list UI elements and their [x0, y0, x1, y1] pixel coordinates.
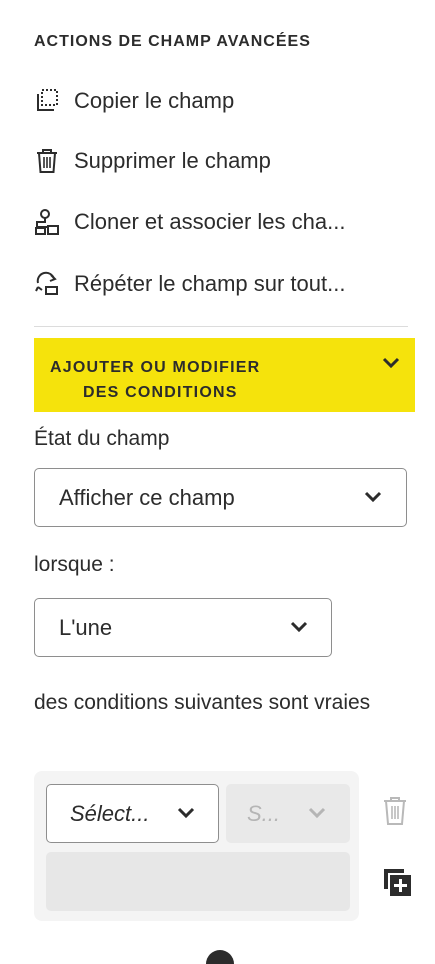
add-condition-icon[interactable]	[381, 866, 413, 898]
chevron-down-icon	[364, 491, 382, 503]
repeat-field-icon	[34, 271, 60, 297]
clone-link-icon	[34, 209, 60, 235]
chevron-down-icon	[177, 807, 195, 819]
condition-operator-select[interactable]: S...	[226, 784, 350, 843]
copy-field-action[interactable]: Copier le champ	[34, 85, 424, 117]
condition-field-select[interactable]: Sélect...	[46, 784, 219, 843]
match-mode-select[interactable]: L'une	[34, 598, 332, 657]
condition-operator-value: S...	[247, 800, 281, 826]
when-label: lorsque :	[34, 553, 115, 576]
copy-field-icon	[34, 88, 60, 114]
clone-link-action[interactable]: Cloner et associer les cha...	[34, 206, 424, 238]
chevron-down-icon	[308, 807, 326, 819]
copy-field-label: Copier le champ	[74, 88, 235, 113]
conditions-header-line1: AJOUTER OU MODIFIER	[50, 359, 261, 376]
chevron-down-icon	[382, 357, 400, 369]
conditions-header-line2: DES CONDITIONS	[83, 384, 238, 401]
field-state-value: Afficher ce champ	[59, 484, 235, 510]
delete-field-label: Supprimer le champ	[74, 148, 271, 173]
match-mode-value: L'une	[59, 614, 113, 640]
conditions-description: des conditions suivantes sont vraies	[34, 691, 371, 714]
delete-condition-icon[interactable]	[381, 795, 409, 827]
field-state-select[interactable]: Afficher ce champ	[34, 468, 407, 527]
repeat-field-action[interactable]: Répéter le champ sur tout...	[34, 268, 424, 300]
clone-link-label: Cloner et associer les cha...	[74, 209, 346, 234]
field-state-label: État du champ	[34, 427, 170, 450]
condition-field-value: Sélect...	[70, 800, 150, 826]
info-icon[interactable]	[206, 950, 234, 964]
delete-field-action[interactable]: Supprimer le champ	[34, 145, 424, 177]
conditions-accordion-header[interactable]: AJOUTER OU MODIFIER DES CONDITIONS	[34, 338, 415, 412]
trash-icon	[34, 148, 60, 174]
chevron-down-icon	[290, 621, 308, 633]
advanced-actions-title: ACTIONS DE CHAMP AVANCÉES	[34, 33, 311, 50]
repeat-field-label: Répéter le champ sur tout...	[74, 271, 346, 296]
condition-value-field[interactable]	[46, 852, 350, 911]
section-divider	[34, 326, 408, 327]
